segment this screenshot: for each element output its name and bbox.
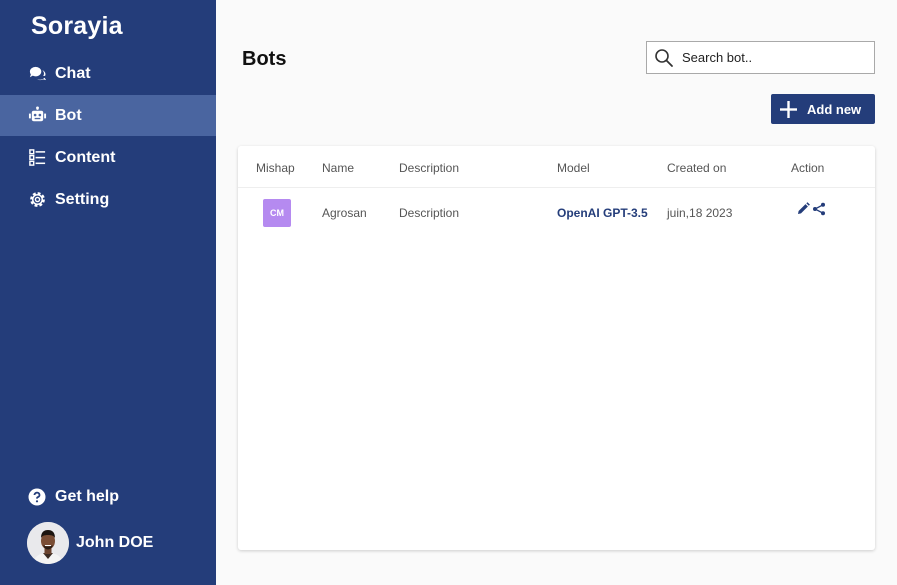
plus-icon: [780, 100, 797, 118]
bot-description: Description: [399, 206, 460, 220]
sidebar-item-label: Bot: [55, 106, 82, 124]
brand-logo: Sorayia: [31, 12, 123, 40]
bot-name: Agrosan: [322, 206, 367, 220]
chat-icon: [28, 64, 47, 83]
page-title: Bots: [242, 48, 287, 70]
share-icon[interactable]: [812, 202, 826, 216]
sidebar-item-chat[interactable]: Chat: [0, 53, 216, 94]
search-icon: [654, 48, 674, 68]
sidebar-item-bot[interactable]: Bot: [0, 95, 216, 136]
bots-table: Mishap Name Description Model Created on…: [238, 146, 875, 550]
table-header: Mishap Name Description Model Created on…: [238, 146, 875, 188]
search-input[interactable]: [682, 50, 862, 65]
table-row[interactable]: CM Agrosan Description OpenAI GPT-3.5 ju…: [238, 189, 875, 235]
bot-created-on: juin,18 2023: [667, 206, 733, 220]
user-name: John DOE: [76, 534, 154, 551]
sidebar-item-label: Content: [55, 148, 116, 166]
add-new-button[interactable]: Add new: [771, 94, 875, 124]
column-header-created-on: Created on: [667, 161, 727, 175]
column-header-mishap: Mishap: [256, 161, 295, 175]
column-header-action: Action: [791, 161, 825, 175]
column-header-model: Model: [557, 161, 590, 175]
bot-model: OpenAI GPT-3.5: [557, 206, 648, 220]
row-actions: [796, 202, 826, 216]
bot-badge: CM: [263, 199, 291, 227]
robot-icon: [28, 106, 47, 125]
help-icon: [28, 488, 46, 506]
column-header-description: Description: [399, 161, 460, 175]
search-box[interactable]: [646, 41, 875, 74]
sidebar-item-content[interactable]: Content: [0, 137, 216, 178]
user-profile[interactable]: John DOE: [27, 522, 153, 564]
avatar: [27, 522, 69, 564]
get-help-label: Get help: [55, 488, 120, 505]
list-icon: [28, 148, 47, 167]
add-new-label: Add new: [807, 101, 862, 117]
sidebar: Sorayia Chat Bot Content Setting Get hel…: [0, 0, 216, 585]
gear-icon: [28, 190, 47, 209]
sidebar-item-setting[interactable]: Setting: [0, 179, 216, 220]
sidebar-item-label: Chat: [55, 64, 91, 82]
get-help-link[interactable]: Get help: [28, 488, 119, 506]
column-header-name: Name: [322, 161, 355, 175]
edit-icon[interactable]: [796, 202, 810, 216]
sidebar-item-label: Setting: [55, 190, 110, 208]
